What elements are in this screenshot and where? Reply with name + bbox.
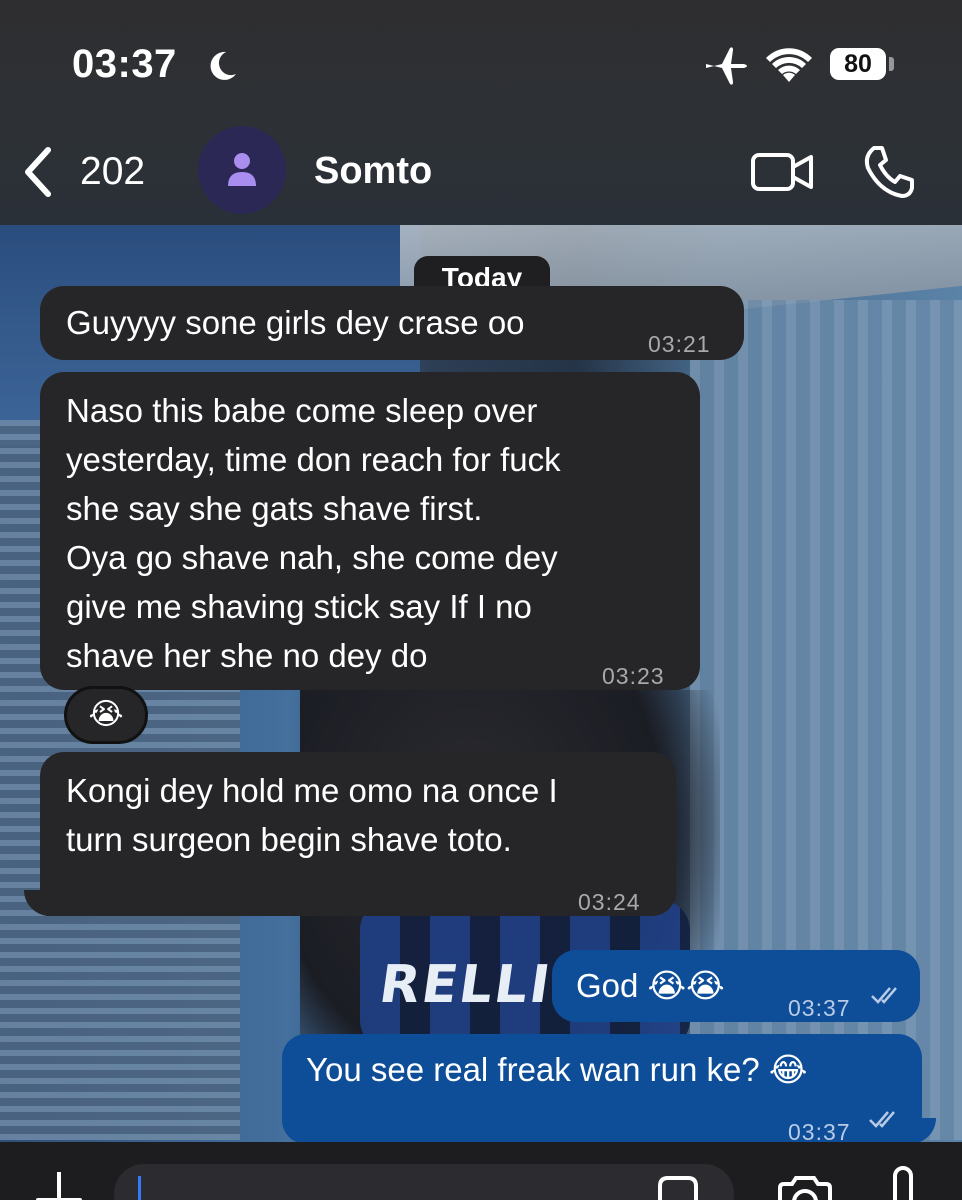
phone-icon[interactable]: [860, 144, 916, 200]
read-ticks-icon: [871, 987, 897, 1004]
message-text: Kongi dey hold me omo na once I turn sur…: [66, 772, 558, 858]
sticker-icon[interactable]: [654, 1174, 702, 1200]
outgoing-message[interactable]: You see real freak wan run ke? 😂 03:37: [282, 1034, 922, 1145]
outgoing-message[interactable]: God 😭😭 03:37: [552, 950, 920, 1022]
text-cursor: [138, 1176, 141, 1200]
camera-icon[interactable]: [776, 1176, 834, 1200]
wallpaper-shirt-print: RELLI: [375, 955, 556, 1015]
microphone-icon[interactable]: [884, 1166, 922, 1200]
avatar-person-icon: [228, 153, 256, 186]
battery-level: 80: [830, 48, 886, 80]
message-time: 03:37: [788, 995, 851, 1021]
back-chevron-icon[interactable]: [20, 146, 56, 198]
message-text: God 😭😭: [576, 967, 725, 1004]
message-time: 03:24: [578, 889, 641, 915]
message-text: Naso this babe come sleep over yesterday…: [66, 392, 561, 674]
battery-icon: [889, 57, 894, 71]
plus-icon[interactable]: [34, 1172, 84, 1200]
message-time: 03:21: [648, 331, 711, 357]
airplane-icon: [706, 47, 747, 85]
back-unread-count[interactable]: 202: [80, 150, 145, 194]
incoming-message[interactable]: Kongi dey hold me omo na once I turn sur…: [40, 752, 676, 916]
wifi-icon: [766, 48, 812, 82]
incoming-message[interactable]: Guyyyy sone girls dey crase oo 03:21: [40, 286, 744, 360]
incoming-message[interactable]: Naso this babe come sleep over yesterday…: [40, 372, 700, 690]
contact-name[interactable]: Somto: [314, 150, 432, 193]
reaction-badge[interactable]: 😭: [64, 686, 148, 744]
message-time: 03:23: [602, 663, 665, 689]
message-text: You see real freak wan run ke? 😂: [306, 1051, 808, 1088]
read-ticks-icon: [869, 1111, 895, 1128]
moon-icon: [210, 51, 236, 80]
message-input[interactable]: [114, 1164, 734, 1200]
video-call-icon[interactable]: [750, 150, 814, 194]
avatar[interactable]: [198, 126, 286, 214]
status-time: 03:37: [72, 42, 177, 86]
message-text: Guyyyy sone girls dey crase oo: [66, 304, 525, 341]
